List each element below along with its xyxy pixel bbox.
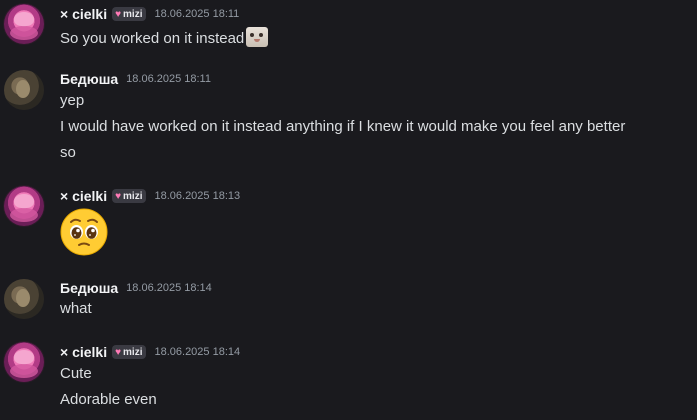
message-line: So you worked on it instead: [60, 30, 245, 47]
avatar[interactable]: [4, 70, 44, 110]
badge-label: mizi: [123, 8, 143, 20]
message-header: × cielki ♥ mizi 18.06.2025 18:14: [60, 343, 240, 361]
message-line: yep: [60, 92, 85, 109]
badge-label: mizi: [123, 346, 143, 358]
avatar[interactable]: [4, 4, 44, 44]
message-header: × cielki ♥ mizi 18.06.2025 18:13: [60, 187, 240, 205]
timestamp: 18.06.2025 18:14: [126, 282, 212, 294]
message-line: Adorable even: [60, 391, 157, 408]
message-line: Cute: [60, 365, 92, 382]
username[interactable]: Бедюша: [60, 280, 118, 296]
username[interactable]: × cielki: [60, 344, 107, 360]
username[interactable]: × cielki: [60, 6, 107, 22]
timestamp: 18.06.2025 18:11: [126, 73, 211, 85]
heart-icon: ♥: [115, 190, 122, 202]
message-header: Бедюша 18.06.2025 18:14: [60, 279, 212, 297]
heart-icon: ♥: [115, 346, 122, 358]
pleading-face-emoji[interactable]: [60, 208, 108, 256]
message-line: so: [60, 144, 76, 161]
timestamp: 18.06.2025 18:13: [154, 190, 241, 202]
heart-icon: ♥: [115, 8, 122, 20]
avatar[interactable]: [4, 279, 44, 319]
message-header: × cielki ♥ mizi 18.06.2025 18:11: [60, 5, 239, 23]
timestamp: 18.06.2025 18:14: [154, 346, 241, 358]
message-line: what: [60, 300, 92, 317]
badge-label: mizi: [123, 190, 143, 202]
avatar[interactable]: [4, 186, 44, 226]
message-line: I would have worked on it instead anythi…: [60, 118, 626, 135]
guild-tag-badge[interactable]: ♥ mizi: [112, 189, 147, 203]
username[interactable]: Бедюша: [60, 71, 118, 87]
cat-emote-icon[interactable]: [246, 27, 269, 47]
timestamp: 18.06.2025 18:11: [154, 8, 240, 20]
guild-tag-badge[interactable]: ♥ mizi: [112, 345, 147, 359]
username[interactable]: × cielki: [60, 188, 107, 204]
message-text: So you worked on it instead: [60, 27, 269, 48]
avatar[interactable]: [4, 342, 44, 382]
message-header: Бедюша 18.06.2025 18:11: [60, 70, 211, 88]
guild-tag-badge[interactable]: ♥ mizi: [112, 7, 147, 21]
